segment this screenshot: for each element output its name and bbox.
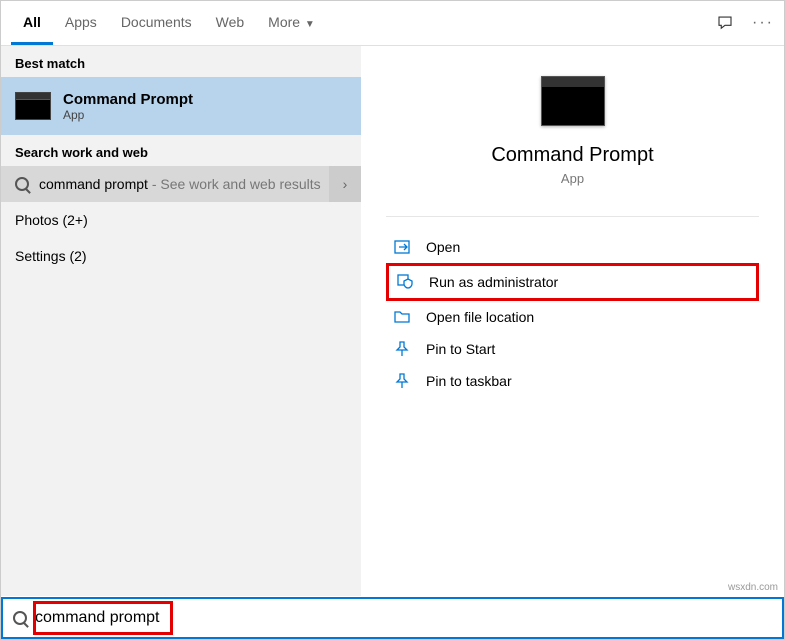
search-web-header: Search work and web: [1, 135, 361, 166]
best-match-subtitle: App: [63, 108, 193, 122]
more-options-icon[interactable]: ···: [752, 14, 774, 32]
preview-title: Command Prompt: [386, 144, 759, 167]
preview-app-icon: [541, 76, 605, 126]
search-icon: [13, 611, 27, 625]
tab-more[interactable]: More ▼: [256, 2, 327, 45]
best-match-title: Command Prompt: [63, 91, 193, 108]
chevron-down-icon: ▼: [302, 19, 315, 30]
tab-all[interactable]: All: [11, 2, 53, 45]
watermark: wsxdn.com: [728, 582, 778, 593]
search-icon: [15, 177, 29, 191]
action-open[interactable]: Open: [386, 231, 759, 263]
action-run-admin-label: Run as administrator: [429, 274, 558, 290]
tab-apps[interactable]: Apps: [53, 2, 109, 45]
search-input[interactable]: [35, 609, 782, 627]
tab-documents[interactable]: Documents: [109, 2, 204, 45]
feedback-icon[interactable]: [716, 14, 734, 32]
shield-admin-icon: [395, 274, 415, 290]
web-query: command prompt: [39, 176, 148, 192]
command-prompt-icon: [15, 92, 51, 120]
web-result-text: command prompt - See work and web result…: [39, 176, 329, 192]
best-match-result[interactable]: Command Prompt App: [1, 77, 361, 135]
category-photos[interactable]: Photos (2+): [1, 202, 361, 238]
topbar-actions: ···: [716, 14, 774, 32]
tab-web[interactable]: Web: [204, 2, 257, 45]
web-search-result[interactable]: command prompt - See work and web result…: [1, 166, 361, 202]
top-tab-bar: All Apps Documents Web More ▼ ···: [1, 1, 784, 46]
action-pin-start[interactable]: Pin to Start: [386, 333, 759, 365]
category-settings[interactable]: Settings (2): [1, 238, 361, 274]
action-open-location[interactable]: Open file location: [386, 301, 759, 333]
best-match-header: Best match: [1, 46, 361, 77]
preview-subtitle: App: [386, 171, 759, 186]
filter-tabs: All Apps Documents Web More ▼: [11, 2, 327, 45]
pin-taskbar-icon: [392, 373, 412, 389]
expand-arrow-icon[interactable]: ›: [329, 166, 361, 202]
best-match-text: Command Prompt App: [63, 91, 193, 122]
folder-icon: [392, 309, 412, 325]
main-content: Best match Command Prompt App Search wor…: [1, 46, 784, 596]
divider: [386, 216, 759, 217]
open-icon: [392, 239, 412, 255]
search-bar[interactable]: [1, 597, 784, 639]
action-run-admin[interactable]: Run as administrator: [386, 263, 759, 301]
action-pin-taskbar-label: Pin to taskbar: [426, 373, 512, 389]
action-open-location-label: Open file location: [426, 309, 534, 325]
action-pin-start-label: Pin to Start: [426, 341, 495, 357]
action-open-label: Open: [426, 239, 460, 255]
preview-pane: Command Prompt App Open Run as administr…: [361, 46, 784, 596]
action-pin-taskbar[interactable]: Pin to taskbar: [386, 365, 759, 397]
web-hint: - See work and web results: [148, 176, 321, 192]
pin-start-icon: [392, 341, 412, 357]
results-pane: Best match Command Prompt App Search wor…: [1, 46, 361, 596]
